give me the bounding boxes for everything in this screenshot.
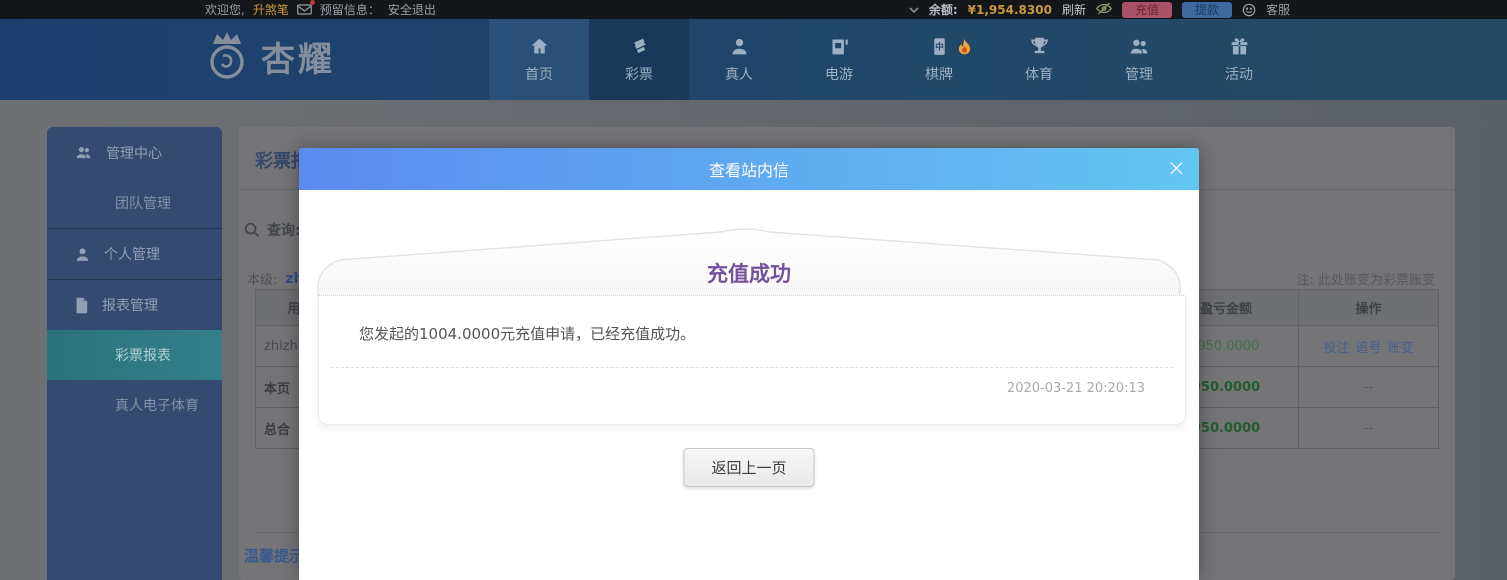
report-icon <box>76 297 88 313</box>
modal-header: 查看站内信 × <box>299 148 1199 190</box>
sidebar-item-label: 管理中心 <box>106 145 162 162</box>
sidebar: 管理中心 团队管理 个人管理 报表管理 彩票报表 真人电子体育 <box>47 127 222 580</box>
cell-actions: -- <box>1298 407 1439 449</box>
nav-label: 首页 <box>525 66 553 83</box>
search-icon <box>244 222 260 238</box>
unread-dot <box>309 0 315 5</box>
hot-flame-icon <box>957 38 972 57</box>
nav-item-live[interactable]: 真人 <box>689 19 789 100</box>
envelope-icon[interactable] <box>296 0 315 16</box>
cell-actions: -- <box>1298 366 1439 408</box>
sidebar-item-label: 团队管理 <box>115 196 171 212</box>
nav-item-manage[interactable]: 管理 <box>1089 19 1189 100</box>
chase-link[interactable]: 追号 <box>1355 341 1381 356</box>
message-box: 您发起的1004.0000元充值申请，已经充值成功。 2020-03-21 20… <box>318 295 1186 425</box>
search-row[interactable]: 查询: <box>244 220 301 240</box>
close-icon[interactable]: × <box>1167 157 1186 181</box>
sidebar-item-label: 报表管理 <box>102 298 158 314</box>
main-nav: 杏耀 首页 彩票 真人 电游 中 棋牌 体育 管理 活动 <box>0 19 1507 100</box>
sidebar-item-team-management[interactable]: 团队管理 <box>47 178 222 228</box>
site-message-modal: 查看站内信 × 充值成功 您发起的1004.0000元充值申请，已经充值成功。 … <box>299 148 1199 580</box>
cell-actions: 投注 追号 账变 <box>1298 325 1439 367</box>
service-smiley-icon[interactable] <box>1242 3 1256 17</box>
back-button[interactable]: 返回上一页 <box>683 448 815 487</box>
team-icon <box>1130 39 1148 53</box>
message-title: 充值成功 <box>707 262 791 286</box>
lottery-ticket-icon <box>632 38 646 53</box>
nav-label: 体育 <box>1025 66 1053 83</box>
nav-label: 电游 <box>825 66 853 83</box>
sidebar-item-personal-management[interactable]: 个人管理 <box>47 228 222 279</box>
nav-label: 棋牌 <box>925 66 953 83</box>
gift-icon <box>1231 37 1247 54</box>
refresh-link[interactable]: 刷新 <box>1062 1 1086 18</box>
nav-item-activity[interactable]: 活动 <box>1189 19 1289 100</box>
nav-item-home[interactable]: 首页 <box>489 19 589 100</box>
recharge-button[interactable]: 充值 <box>1121 1 1172 18</box>
sidebar-item-label: 彩票报表 <box>115 348 171 364</box>
balance-value: ¥1,954.8300 <box>967 2 1052 17</box>
nav-label: 真人 <box>725 66 753 83</box>
nav-items: 首页 彩票 真人 电游 中 棋牌 体育 管理 活动 <box>489 19 1289 100</box>
sidebar-item-lottery-report[interactable]: 彩票报表 <box>47 330 222 380</box>
slot-machine-icon <box>832 39 848 54</box>
nav-label: 彩票 <box>625 66 653 83</box>
nav-item-lottery[interactable]: 彩票 <box>589 19 689 100</box>
welcome-text: 欢迎您, <box>205 3 245 17</box>
message-timestamp: 2020-03-21 20:20:13 <box>1006 381 1145 396</box>
level-label: 本级: <box>247 273 278 288</box>
home-icon <box>531 38 547 53</box>
nav-label: 活动 <box>1225 66 1253 83</box>
sidebar-item-management-center[interactable]: 管理中心 <box>47 127 222 178</box>
search-label: 查询: <box>267 223 301 239</box>
nav-item-egame[interactable]: 电游 <box>789 19 889 100</box>
reserved-info-label: 预留信息： <box>319 3 380 17</box>
modal-title: 查看站内信 <box>708 161 789 180</box>
col-action: 操作 <box>1298 289 1439 326</box>
chevron-down-icon[interactable] <box>909 3 919 17</box>
account-change-link[interactable]: 账变 <box>1388 341 1414 356</box>
live-person-icon <box>732 38 746 54</box>
logo[interactable]: 杏耀 <box>203 30 335 82</box>
topbar: 欢迎您, 升煞笔 预留信息： 安全退出 余额: ¥1,954.8300 刷新 充… <box>0 0 1507 19</box>
balance-label: 余额: <box>928 3 958 17</box>
sidebar-item-live-e-sports[interactable]: 真人电子体育 <box>47 380 222 430</box>
brand-name: 杏耀 <box>261 39 335 80</box>
svg-text:中: 中 <box>935 40 944 52</box>
modal-body: 充值成功 您发起的1004.0000元充值申请，已经充值成功。 2020-03-… <box>299 190 1199 580</box>
eye-off-icon[interactable] <box>1095 1 1112 18</box>
user-icon <box>76 247 89 261</box>
username: 升煞笔 <box>252 3 289 17</box>
table-note: 注: 此处账变为彩票账变 <box>1296 273 1435 288</box>
logout-link[interactable]: 安全退出 <box>388 1 436 18</box>
warm-tip-label: 温馨提示 <box>244 547 305 565</box>
message-text: 您发起的1004.0000元充值申请，已经充值成功。 <box>359 325 696 343</box>
crown-emblem-icon <box>210 32 244 79</box>
bet-link[interactable]: 投注 <box>1323 341 1349 356</box>
sidebar-item-label: 真人电子体育 <box>115 398 199 414</box>
service-link[interactable]: 客服 <box>1266 1 1290 18</box>
sidebar-item-report-management[interactable]: 报表管理 <box>47 279 222 330</box>
withdraw-button[interactable]: 提款 <box>1181 1 1232 18</box>
users-icon <box>76 147 91 159</box>
app-window: 欢迎您, 升煞笔 预留信息： 安全退出 余额: ¥1,954.8300 刷新 充… <box>0 0 1507 580</box>
sidebar-item-label: 个人管理 <box>104 247 160 263</box>
trophy-icon <box>1030 37 1048 53</box>
nav-item-board-games[interactable]: 中 棋牌 <box>889 19 989 100</box>
nav-item-sports[interactable]: 体育 <box>989 19 1089 100</box>
mahjong-tile-icon: 中 <box>933 37 945 55</box>
level-row: 本级: zh <box>247 269 304 289</box>
nav-label: 管理 <box>1125 66 1153 83</box>
